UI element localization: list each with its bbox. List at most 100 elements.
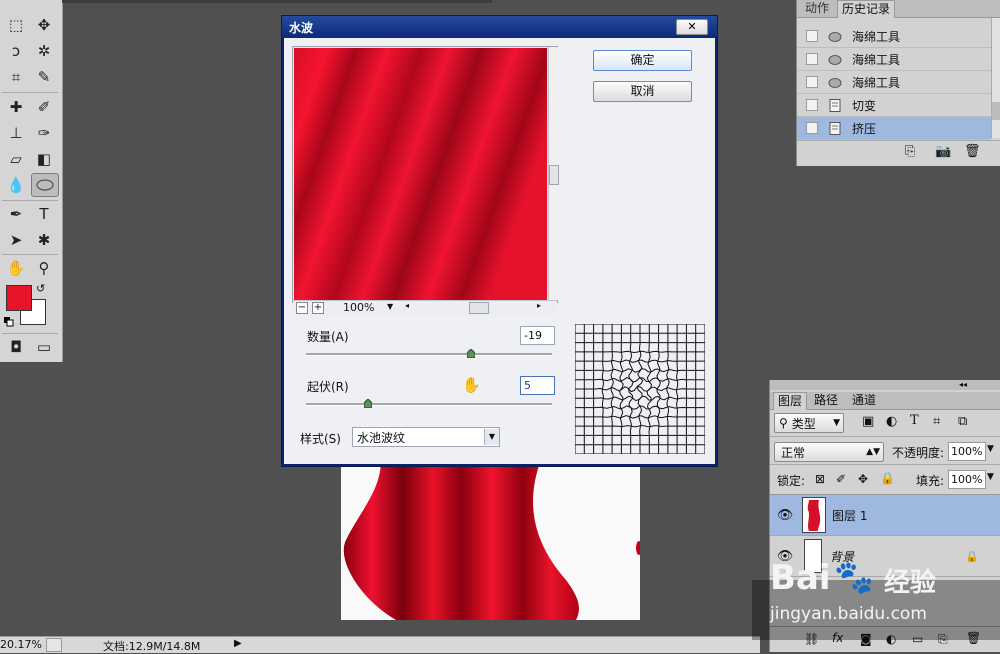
amount-slider-track[interactable] (306, 353, 552, 356)
tools-divider (2, 333, 58, 334)
history-snapshot-checkbox[interactable] (806, 30, 818, 42)
history-item[interactable]: 海绵工具 (797, 48, 991, 71)
sponge-tool-glyph (36, 178, 54, 192)
history-item[interactable]: 切变 (797, 94, 991, 117)
crop-tool-icon[interactable]: ⌗ (3, 66, 29, 88)
history-footer: ⎘ 📷 🗑 (797, 140, 1000, 165)
lock-pixels-icon[interactable]: ✐ (836, 472, 846, 486)
preview-vertical-scrollbar[interactable] (548, 47, 558, 300)
default-colors-icon[interactable] (4, 316, 12, 324)
tab-channels[interactable]: 通道 (848, 392, 880, 409)
history-snapshot-checkbox[interactable] (806, 53, 818, 65)
hand-tool-icon[interactable]: ✋ (3, 257, 29, 279)
tab-history[interactable]: 历史记录 (837, 0, 895, 18)
history-item[interactable]: 海绵工具 (797, 71, 991, 94)
filter-smart-object-icon[interactable]: ⧉ (958, 414, 967, 429)
marquee-tool-icon[interactable]: ⬚ (3, 14, 29, 36)
lock-all-icon[interactable]: 🔒 (880, 471, 895, 485)
lasso-tool-icon[interactable]: ↄ (3, 40, 29, 62)
filter-type-icon[interactable]: T (910, 413, 919, 428)
ridges-input[interactable]: 5 (520, 376, 555, 395)
filter-pixel-icon[interactable]: ▣ (862, 414, 874, 429)
lock-position-icon[interactable]: ✥ (858, 472, 868, 486)
status-arrow-icon[interactable]: ▶ (234, 638, 242, 649)
zoom-dropdown-icon[interactable]: ▼ (387, 302, 393, 311)
history-item[interactable]: 海绵工具 (797, 25, 991, 48)
amount-slider-thumb[interactable] (467, 349, 475, 358)
preview-scroll-thumb[interactable] (549, 165, 559, 185)
camera-icon[interactable]: 📷 (935, 144, 951, 159)
document-canvas[interactable] (341, 460, 640, 620)
zoom-out-button[interactable]: − (296, 302, 308, 314)
status-zoom[interactable]: 20.17% (0, 638, 42, 651)
tab-actions[interactable]: 动作 (801, 0, 833, 17)
eyedropper-tool-icon[interactable]: ✎ (31, 66, 57, 88)
filter-adjustment-icon[interactable]: ◐ (886, 414, 897, 429)
tab-paths[interactable]: 路径 (810, 392, 842, 409)
document-icon (828, 99, 842, 112)
history-snapshot-checkbox[interactable] (806, 122, 818, 134)
ridges-slider-thumb[interactable] (364, 399, 372, 408)
blur-tool-icon[interactable]: 💧 (3, 174, 29, 196)
history-scrollbar[interactable] (991, 18, 1000, 138)
eraser-tool-icon[interactable]: ▱ (3, 148, 29, 170)
cancel-button[interactable]: 取消 (593, 81, 692, 102)
history-snapshot-checkbox[interactable] (806, 76, 818, 88)
status-zoom-icon[interactable] (46, 638, 62, 652)
opacity-dropdown-icon[interactable]: ▼ (987, 444, 994, 454)
history-brush-tool-icon[interactable]: ✑ (31, 122, 57, 144)
layer-name[interactable]: 图层 1 (832, 507, 867, 524)
move-tool-icon[interactable]: ✥ (31, 14, 57, 36)
screen-mode-icon[interactable]: ▭ (31, 336, 57, 358)
brush-tool-icon[interactable]: ✐ (31, 96, 57, 118)
fill-input[interactable]: 100% (948, 470, 986, 489)
history-item-selected[interactable]: 挤压 (797, 117, 991, 140)
quick-mask-icon[interactable]: ◘ (3, 336, 29, 358)
eye-icon[interactable]: 👁 (770, 508, 800, 523)
history-scroll-thumb[interactable] (992, 102, 1000, 120)
trash-icon[interactable]: 🗑 (964, 144, 981, 159)
new-document-from-state-icon[interactable]: ⎘ (905, 144, 915, 159)
layers-tabbar: 图层 路径 通道 (770, 392, 1000, 410)
layer-filter-select[interactable]: ⚲ 类型 ▼ (774, 413, 844, 433)
history-item-label: 切变 (852, 97, 876, 114)
clone-stamp-tool-icon[interactable]: ⊥ (3, 122, 29, 144)
scroll-right-icon[interactable]: ▸ (537, 301, 541, 310)
blend-mode-select[interactable]: 正常 ▲▼ (774, 442, 884, 462)
path-selection-tool-icon[interactable]: ➤ (3, 229, 29, 251)
foreground-color-swatch[interactable] (6, 285, 32, 311)
preview-image[interactable] (294, 48, 547, 300)
status-bar: 20.17% 文档:12.9M/14.8M ▶ (0, 636, 760, 653)
gradient-tool-icon[interactable]: ◧ (31, 148, 57, 170)
ridges-slider-track[interactable] (306, 403, 552, 406)
preview-h-scroll-thumb[interactable] (469, 302, 489, 314)
custom-shape-tool-icon[interactable]: ✱ (31, 229, 57, 251)
type-tool-icon[interactable]: T (31, 203, 57, 225)
fill-dropdown-icon[interactable]: ▼ (987, 472, 994, 482)
filter-shape-icon[interactable]: ⌗ (933, 414, 940, 429)
amount-input[interactable]: -19 (520, 326, 555, 345)
dialog-body: − + 100% ▼ ◂ ▸ 确定 取消 数量(A) -19 起伏(R) ✋ 5… (284, 38, 715, 464)
preview-toolbar: − + 100% ▼ ◂ ▸ (293, 300, 557, 315)
magic-wand-tool-icon[interactable]: ✲ (31, 40, 57, 62)
preview-frame: − + 100% ▼ ◂ ▸ (292, 46, 558, 303)
style-select[interactable]: 水池波纹 ▼ (352, 427, 500, 447)
healing-brush-tool-icon[interactable]: ✚ (3, 96, 29, 118)
dialog-titlebar[interactable]: 水波 ✕ (282, 16, 717, 38)
pen-tool-icon[interactable]: ✒ (3, 203, 29, 225)
close-button[interactable]: ✕ (676, 19, 708, 35)
layers-panel-header: ◂◂ (770, 380, 1000, 390)
zoom-tool-icon[interactable]: ⚲ (31, 257, 57, 279)
opacity-input[interactable]: 100% (948, 442, 986, 461)
lock-transparency-icon[interactable]: ⊠ (815, 472, 825, 486)
tab-layers[interactable]: 图层 (773, 392, 807, 410)
collapse-panel-icon[interactable]: ◂◂ (959, 380, 967, 389)
swap-colors-icon[interactable]: ↺ (36, 282, 45, 295)
layer-row-selected[interactable]: 👁 图层 1 (770, 495, 1000, 536)
sponge-tool-icon[interactable] (31, 173, 59, 197)
fill-label: 填充: (916, 472, 944, 489)
zoom-in-button[interactable]: + (312, 302, 324, 314)
history-snapshot-checkbox[interactable] (806, 99, 818, 111)
ok-button[interactable]: 确定 (593, 50, 692, 71)
scroll-left-icon[interactable]: ◂ (405, 301, 409, 310)
